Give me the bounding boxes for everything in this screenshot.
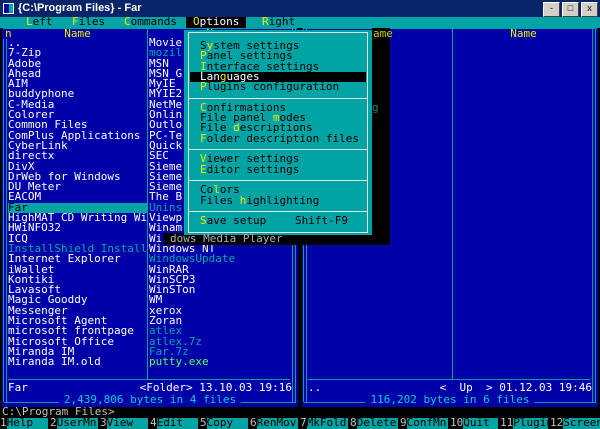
file-item[interactable]: putty.exe [149,357,290,367]
panel-totals: 2,439,806 bytes in 4 files [59,395,241,405]
file-item[interactable]: HWiNFO32 [8,223,147,233]
current-file-name: .. [308,383,321,393]
far-manager-window: {C:\Program Files} - Far - □ x Left Files… [0,0,600,429]
menu-shadow-right [372,28,390,245]
file-item[interactable]: WinSTon [149,285,290,295]
column-header-name: Name [455,29,592,39]
menu-item-save-setup[interactable]: Save setupShift-F9 [190,216,366,226]
fkey-6-renmov[interactable]: 6RenMov [250,418,300,429]
menu-separator [188,149,368,150]
window-controls: - □ x [543,2,598,17]
panel-border [3,28,4,402]
column-divider [147,28,148,379]
menubar-item-commands[interactable]: Commands [124,17,177,28]
column-divider [452,28,453,379]
fkey-10-quit[interactable]: 10Quit [450,418,500,429]
fkey-3-view[interactable]: 3View [100,418,150,429]
fkey-9-confmn[interactable]: 9ConfMn [400,418,450,429]
panel-border [6,28,7,402]
menubar-item-right[interactable]: Right [262,17,295,28]
current-file-details: <Folder> 13.10.03 19:16 [140,383,292,393]
sort-mode-indicator: n [3,29,14,39]
shadowed-file-fragment: g [372,103,379,113]
current-file-details: < Up > 01.12.03 19:46 [440,383,592,393]
key-bar: 1Help2UserMn3View4Edit5Copy6RenMov7MkFol… [0,418,600,429]
fkey-11-plugin[interactable]: 11Plugin [500,418,550,429]
menu-separator [188,211,368,212]
options-menu: System settingsPanel settingsInterface s… [184,30,372,235]
maximize-button[interactable]: □ [562,2,579,17]
menu-item-folder-description-files[interactable]: Folder description files [190,134,366,144]
file-item[interactable]: EACOM [8,192,147,202]
minimize-button[interactable]: - [543,2,560,17]
left-col1: ..7-ZipAdobeAheadAIMbuddyphoneC-MediaCol… [8,38,147,368]
file-item[interactable]: Ahead [8,69,147,79]
fkey-8-delete[interactable]: 8Delete [350,418,400,429]
menu-separator [188,180,368,181]
status-separator [8,379,290,380]
file-item[interactable]: Miranda IM.old [8,357,147,367]
panel-totals: 116,202 bytes in 6 files [366,395,535,405]
far-app-icon [3,3,14,14]
fkey-2-usermn[interactable]: 2UserMn [50,418,100,429]
menubar-item-left[interactable]: Left [26,17,53,28]
panel-border [592,28,593,402]
menu-item-files-highlighting[interactable]: Files highlighting [190,196,366,206]
current-file-name: Far [8,383,28,393]
status-separator [308,379,590,380]
menu-item-editor-settings[interactable]: Editor settings [190,165,366,175]
fkey-1-help[interactable]: 1Help [0,418,50,429]
fkey-4-edit[interactable]: 4Edit [150,418,200,429]
shadowed-row-fragment: dows Media Player [170,234,283,244]
shadowed-header-fragment: ame [373,29,393,39]
close-button[interactable]: x [581,2,598,17]
panel-border [595,28,596,402]
fkey-5-copy[interactable]: 5Copy [200,418,250,429]
fkey-7-mkfold[interactable]: 7MkFold [300,418,350,429]
fkey-12-screen[interactable]: 12Screen [550,418,600,429]
menu-separator [188,98,368,99]
window-title: {C:\Program Files} - Far [18,3,141,13]
command-line[interactable]: C:\Program Files> [2,407,115,417]
menu-item-plugins-configuration[interactable]: Plugins configuration [190,82,366,92]
